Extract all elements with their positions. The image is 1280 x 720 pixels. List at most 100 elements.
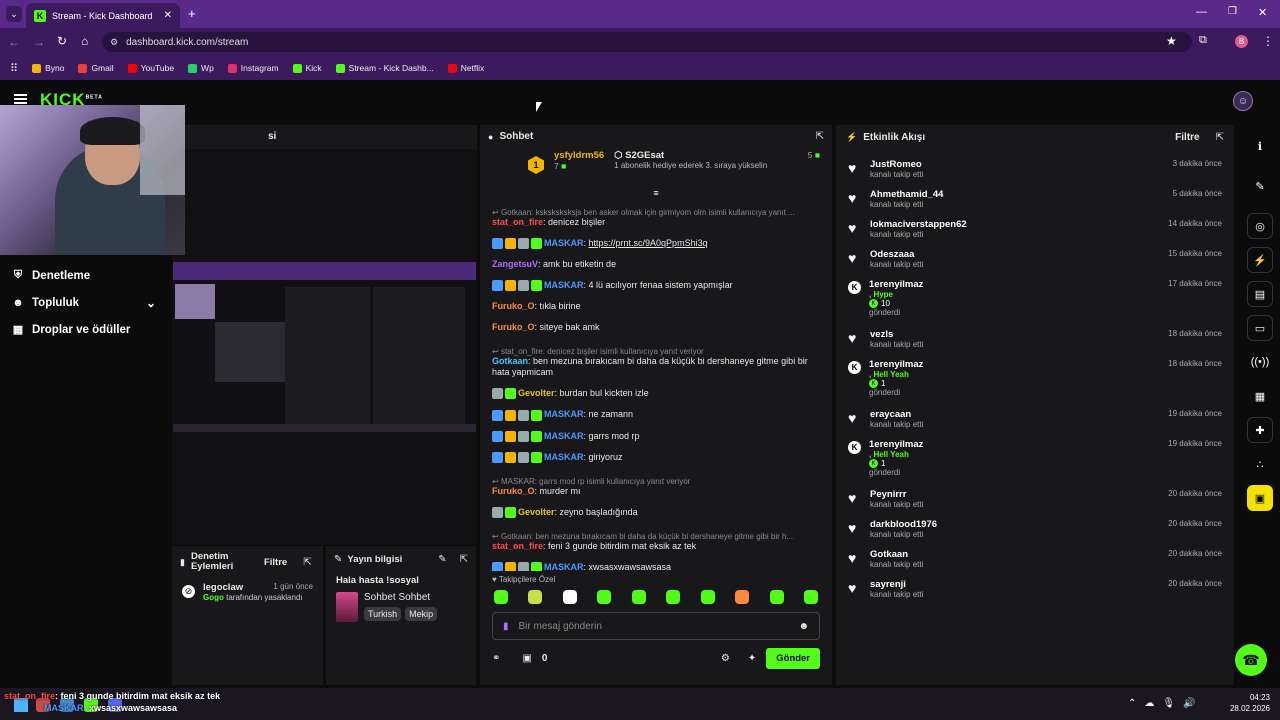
emote-icon[interactable] [494, 590, 508, 604]
sidebar-item[interactable]: ⛨ Denetleme [0, 262, 170, 289]
activity-user[interactable]: Gotkaan [870, 549, 923, 560]
emote-icon[interactable] [666, 590, 681, 604]
bookmark-item[interactable]: Byno [32, 63, 64, 73]
info-icon[interactable]: ℹ [1247, 133, 1273, 159]
activity-user[interactable]: eraycaan [870, 409, 923, 420]
chat-collapse-icon[interactable]: ≡ [480, 188, 832, 198]
forward-button[interactable]: → [33, 35, 45, 49]
bolt-icon[interactable]: ⚡ [1247, 247, 1273, 273]
emoji-icon[interactable]: ☻ [798, 621, 809, 632]
chat-username[interactable]: Gotkaan [492, 356, 528, 366]
emote-icon[interactable] [562, 590, 577, 604]
send-button[interactable]: Gönder [766, 648, 820, 669]
activity-filter-button[interactable]: Filtre [1175, 132, 1199, 143]
site-info-icon[interactable]: ⚙ [110, 37, 118, 48]
emote-icon[interactable] [735, 590, 750, 604]
chat-username[interactable]: MASKAR [544, 280, 584, 290]
bookmark-item[interactable]: Instagram [227, 63, 279, 73]
chrome-menu-icon[interactable]: ⋮ [1262, 34, 1274, 48]
bookmark-item[interactable]: Netflix [447, 63, 484, 73]
chat-username[interactable]: Gevolter [518, 388, 555, 398]
edit-icon[interactable]: ✎ [438, 554, 446, 565]
tab-list-button[interactable]: ⌄ [6, 6, 22, 22]
chat-username[interactable]: MASKAR [544, 452, 584, 462]
popout-icon[interactable]: ⇱ [303, 557, 311, 568]
puzzle-icon[interactable]: ✦ [748, 653, 756, 664]
chat-username[interactable]: Gevolter [518, 507, 555, 517]
pencil-icon[interactable]: ✎ [1247, 173, 1273, 199]
bookmark-item[interactable]: Wp [188, 63, 214, 73]
activity-user[interactable]: Ahmethamid_44 [870, 189, 943, 200]
emote-icon[interactable] [700, 590, 715, 604]
new-tab-button[interactable]: + [188, 6, 196, 21]
stream-video-preview[interactable] [173, 262, 476, 432]
chat-username[interactable]: Furuko_O [492, 486, 535, 496]
mod-action-user[interactable]: legoclaw [203, 582, 243, 593]
activity-user[interactable]: Peynirrr [870, 489, 923, 500]
bookmark-item[interactable]: Stream - Kick Dashb... [335, 63, 434, 73]
emote-icon[interactable] [631, 590, 646, 604]
stack-icon[interactable]: ▦ [1247, 383, 1273, 409]
address-bar[interactable]: ⚙ dashboard.kick.com/stream [102, 32, 1192, 52]
reload-button[interactable]: ↻ [57, 34, 67, 48]
chat-username[interactable]: MASKAR [544, 238, 584, 248]
chat-username[interactable]: Furuko_O [492, 322, 535, 332]
emote-icon[interactable] [803, 590, 818, 604]
activity-user[interactable]: Odeszaaa [870, 249, 923, 260]
tab-kick-dashboard[interactable]: K Stream - Kick Dashboard ✕ [26, 3, 180, 28]
chat-input[interactable]: ▮ Bir mesaj gönderin ☻ [492, 612, 820, 640]
second-gifter-name[interactable]: S2GEsat [625, 150, 664, 161]
chat-username[interactable]: stat_on_fire [492, 217, 543, 227]
activity-user[interactable]: 1erenyilmaz [869, 359, 923, 370]
activity-user[interactable]: darkblood1976 [870, 519, 937, 530]
user-avatar[interactable]: ☺ [1233, 91, 1253, 111]
sidebar-item[interactable]: ▦ Droplar ve ödüller [0, 316, 170, 343]
bookmark-star-icon[interactable]: ★ [1166, 34, 1177, 48]
home-button[interactable]: ⌂ [81, 34, 88, 48]
support-icon[interactable]: ☎ [1235, 644, 1267, 676]
broadcast-icon[interactable]: ((•)) [1247, 349, 1273, 375]
activity-user[interactable]: lokmaciverstappen62 [870, 219, 967, 230]
chat-username[interactable]: stat_on_fire [492, 541, 543, 551]
gear-icon[interactable]: ⚙ [721, 653, 730, 664]
popout-icon[interactable]: ⇱ [816, 131, 824, 142]
mod-action-actor[interactable]: Gogo [203, 593, 224, 602]
minimize-button[interactable]: — [1196, 6, 1207, 18]
activity-user[interactable]: JustRomeo [870, 159, 923, 170]
wrench-icon[interactable]: ✚ [1247, 417, 1273, 443]
activity-user[interactable]: sayrenji [870, 579, 923, 590]
mic-icon[interactable]: ▮ [503, 621, 509, 632]
maximize-button[interactable]: ❐ [1228, 6, 1237, 17]
clock[interactable]: 04:23 28.02.2026 [1228, 692, 1270, 714]
chat-text[interactable]: https://prnt.sc/9A0qPpmShi3q [589, 238, 708, 248]
bookmark-item[interactable]: YouTube [127, 63, 174, 73]
close-window-button[interactable]: ✕ [1258, 6, 1267, 19]
target-icon[interactable]: ◎ [1247, 213, 1273, 239]
loop-icon[interactable]: ⚭ [492, 653, 500, 664]
bookmark-item[interactable]: Kick [292, 63, 322, 73]
profile-avatar[interactable]: B [1235, 35, 1248, 48]
mod-filter-button[interactable]: Filtre [264, 557, 287, 568]
document-icon[interactable]: ▤ [1247, 281, 1273, 307]
hamburger-menu-icon[interactable] [14, 94, 27, 104]
popout-icon[interactable]: ⇱ [460, 554, 468, 565]
activity-user[interactable]: vezls [870, 329, 923, 340]
popout-icon[interactable]: ⇱ [1216, 132, 1224, 143]
emote-icon[interactable] [528, 590, 543, 604]
emote-icon[interactable] [597, 590, 612, 604]
chat-username[interactable]: Furuko_O [492, 301, 535, 311]
extensions-icon[interactable]: ⧉ [1199, 34, 1207, 47]
tag-turkish[interactable]: Turkish [364, 607, 402, 621]
emote-icon[interactable] [769, 590, 784, 604]
close-tab-icon[interactable]: ✕ [164, 10, 172, 21]
chat-icon[interactable]: ▭ [1247, 315, 1273, 341]
category-name[interactable]: Sohbet Sohbet [364, 592, 437, 603]
chevron-down-icon[interactable]: ⌄ [146, 296, 156, 310]
sidebar-item[interactable]: ☻ Topluluk ⌄ [0, 289, 170, 316]
chat-username[interactable]: MASKAR [544, 562, 584, 571]
tag-mekip[interactable]: Mekip [405, 607, 438, 621]
bookmark-item[interactable]: Gmail [78, 63, 114, 73]
chat-username[interactable]: MASKAR [544, 409, 584, 419]
apps-grid-icon[interactable]: ⠿ [10, 62, 18, 75]
top-gifter-name[interactable]: ysfyldrm56 [554, 150, 604, 161]
